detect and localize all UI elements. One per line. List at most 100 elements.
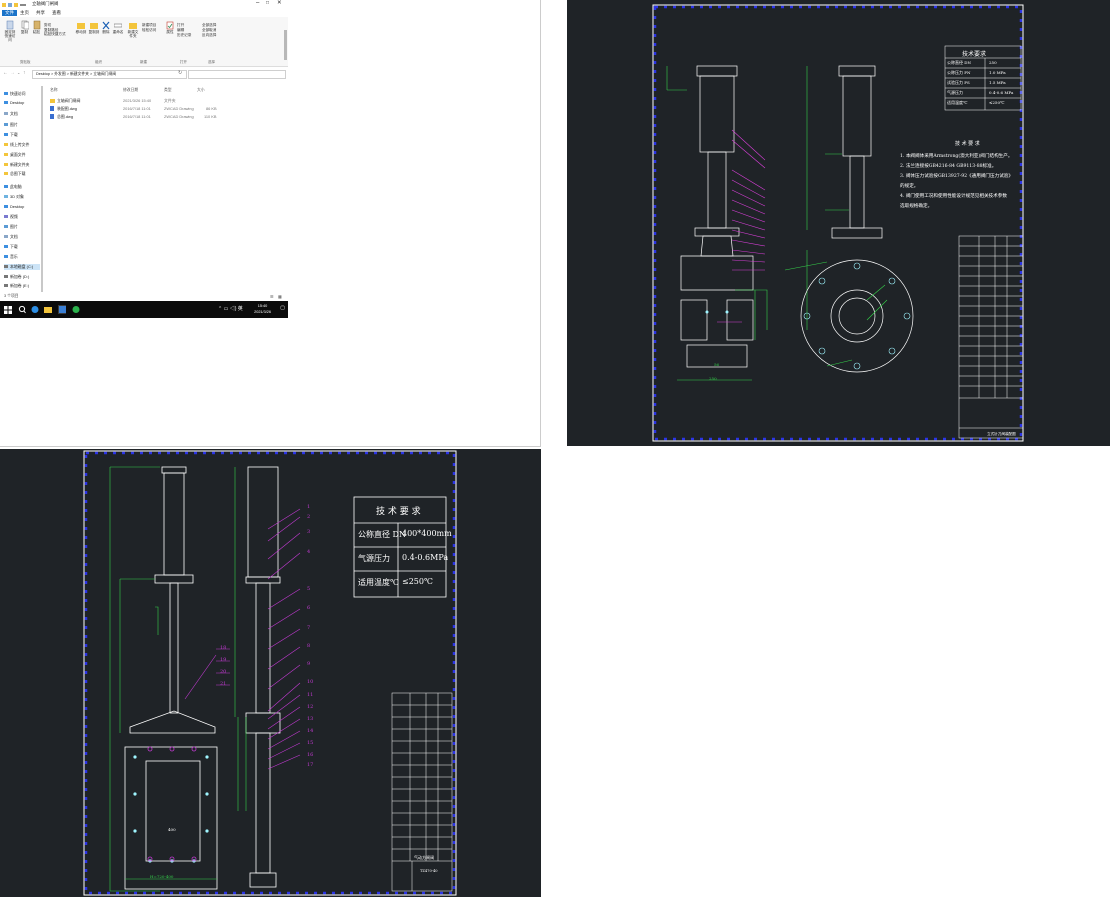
- move-to-button[interactable]: 移动到: [75, 21, 87, 35]
- tab-share[interactable]: 共享: [33, 10, 48, 16]
- ribbon: 固定到快速访问 复制 粘贴 剪切 复制路径 粘贴快捷方式 移动到 复制到 删除 …: [0, 17, 288, 67]
- details-view-icon[interactable]: ☰: [270, 294, 274, 299]
- nav-item-music[interactable]: 音乐: [4, 254, 18, 260]
- file-row[interactable]: 总图.dwg 2016/7/18 11:01 ZWCAD Drawing 110…: [46, 114, 266, 121]
- note-line-4: 的规定。: [900, 184, 919, 189]
- nav-item-downloads[interactable]: 下载: [4, 132, 18, 138]
- paste-button[interactable]: 粘贴: [31, 20, 42, 35]
- tech-table-label-3: 气源压力: [947, 90, 963, 95]
- notification-icon[interactable]: ▢: [280, 305, 285, 311]
- taskbar-clock[interactable]: 15:40 2021/3/26: [254, 303, 271, 315]
- tech-table-value-2: ≤250℃: [402, 577, 433, 586]
- nav-item-pictures-pc[interactable]: 图片: [4, 224, 18, 230]
- balloon-12: 12: [307, 704, 314, 710]
- nav-item-folder-3[interactable]: 新建文件夹: [4, 162, 29, 168]
- easy-access-button[interactable]: 轻松访问: [142, 28, 156, 33]
- column-size[interactable]: 大小: [197, 88, 205, 93]
- column-date[interactable]: 修改日期: [123, 88, 138, 93]
- folder-icon: [4, 172, 8, 176]
- breadcrumb-new-folder[interactable]: 新建文件夹: [70, 72, 89, 76]
- nav-item-documents-pc[interactable]: 文档: [4, 234, 18, 240]
- nav-item-this-pc[interactable]: 此电脑: [4, 184, 22, 190]
- picture-icon: [4, 123, 8, 127]
- nav-item-folder-1[interactable]: 线上传文件: [4, 142, 29, 148]
- nav-item-desktop-pc[interactable]: Desktop: [4, 204, 24, 209]
- zwcad-taskbar-icon[interactable]: [58, 305, 66, 314]
- recent-dropdown-icon[interactable]: ⌄: [17, 70, 20, 75]
- nav-item-folder-2[interactable]: 桌面文件: [4, 152, 26, 158]
- nav-item-drive-c[interactable]: 本地磁盘 (C:): [4, 264, 40, 270]
- search-input[interactable]: [188, 70, 286, 79]
- taskbar: ⌃ ▭ ◁) 英 15:40 2021/3/26 ▢: [0, 301, 288, 318]
- file-row[interactable]: 立轴阀门闸阀 2021/3/26 15:40 文件夹: [46, 98, 266, 105]
- nav-item-videos[interactable]: 视频: [4, 214, 18, 220]
- minimize-icon[interactable]: –: [256, 0, 259, 6]
- nav-item-documents[interactable]: 文档: [4, 111, 18, 117]
- nav-item-pictures[interactable]: 图片: [4, 122, 18, 128]
- ribbon-scrollbar[interactable]: [284, 30, 287, 60]
- maximize-icon[interactable]: □: [266, 0, 269, 6]
- invert-selection-button[interactable]: 反向选择: [202, 33, 216, 38]
- refresh-icon[interactable]: ↻: [178, 70, 182, 76]
- up-icon[interactable]: ↑: [23, 70, 26, 76]
- edge-browser-icon[interactable]: [31, 305, 39, 314]
- balloon-8: 8: [307, 643, 311, 649]
- nav-item-folder-4[interactable]: 总图下载: [4, 171, 26, 177]
- rename-button[interactable]: 重命名: [112, 21, 124, 35]
- dimension-width: 250: [709, 376, 717, 381]
- tab-view[interactable]: 查看: [49, 10, 64, 16]
- file-row[interactable]: 装配图.dwg 2016/7/18 11:01 ZWCAD Drawing 86…: [46, 106, 266, 113]
- forward-icon[interactable]: →: [10, 70, 15, 76]
- windows-start-icon[interactable]: [4, 305, 12, 314]
- group-select-label: 选择: [208, 60, 215, 64]
- properties-button[interactable]: 属性: [165, 21, 175, 35]
- navigation-pane: 快速访问 Desktop 文档 图片 下载 线上传文件 桌面文件 新建文件夹 总…: [0, 84, 43, 296]
- balloon-21: 21: [220, 681, 227, 687]
- dimension-height: 56: [714, 362, 720, 367]
- nav-item-3d-objects[interactable]: 3D 对象: [4, 194, 24, 200]
- column-name[interactable]: 名称: [50, 88, 58, 93]
- address-bar[interactable]: Desktop > 外发图 > 新建文件夹 > 立轴阀门闸阀: [32, 70, 187, 79]
- search-icon[interactable]: [18, 305, 26, 314]
- nav-item-downloads-pc[interactable]: 下载: [4, 244, 18, 250]
- quick-access-toolbar-icon[interactable]: [2, 2, 28, 8]
- new-folder-button[interactable]: 新建文件夹: [127, 21, 139, 38]
- tab-file[interactable]: 文件: [2, 10, 17, 16]
- cad-canvas-top: [652, 4, 1024, 442]
- group-clipboard-label: 剪贴板: [20, 60, 31, 64]
- nav-item-drive-e[interactable]: 新加卷 (E:): [4, 283, 29, 289]
- drive-icon: [4, 284, 8, 288]
- tech-table-label-2: 试验压力 PS: [947, 80, 970, 85]
- copy-to-button[interactable]: 复制到: [88, 21, 100, 35]
- dwg-file-icon: [50, 106, 54, 111]
- note-line-2: 2. 法兰连接按GB4216-84 GB9113-88标准。: [900, 164, 997, 169]
- group-organize-label: 组织: [95, 60, 102, 64]
- pin-quick-access-button[interactable]: 固定到快速访问: [3, 20, 17, 42]
- breadcrumb-current[interactable]: 立轴阀门闸阀: [93, 72, 116, 76]
- history-button[interactable]: 历史记录: [177, 33, 191, 38]
- file-explorer-taskbar-icon[interactable]: [44, 305, 52, 314]
- breadcrumb-desktop[interactable]: Desktop: [36, 72, 50, 76]
- nav-scrollbar[interactable]: [41, 86, 43, 292]
- clipboard-small-actions: 剪切 复制路径 粘贴快捷方式: [44, 23, 66, 37]
- nav-item-drive-d[interactable]: 新加卷 (D:): [4, 274, 29, 280]
- nav-item-quick-access[interactable]: 快速访问: [4, 91, 26, 97]
- nav-item-desktop[interactable]: Desktop: [4, 100, 24, 105]
- tab-home[interactable]: 主页: [17, 10, 32, 16]
- dimension-height: H=720-400: [150, 874, 174, 879]
- copy-button[interactable]: 复制: [19, 20, 30, 35]
- system-tray-icons[interactable]: ⌃ ▭ ◁) 英: [218, 305, 243, 312]
- back-icon[interactable]: ←: [3, 70, 8, 76]
- balloon-20: 20: [220, 669, 227, 675]
- breadcrumb-outgoing[interactable]: 外发图: [54, 72, 65, 76]
- paste-shortcut-button[interactable]: 粘贴快捷方式: [44, 32, 66, 37]
- balloon-15: 15: [307, 740, 314, 746]
- delete-button[interactable]: 删除: [101, 21, 111, 35]
- new-items: 新建项目 轻松访问: [142, 23, 156, 33]
- item-count: 3 个项目: [4, 294, 19, 298]
- close-icon[interactable]: ✕: [277, 0, 282, 6]
- tech-table-value-4: ≤250℃: [989, 100, 1005, 105]
- tiles-view-icon[interactable]: ▦: [278, 294, 282, 299]
- wechat-icon[interactable]: [72, 305, 80, 314]
- column-type[interactable]: 类型: [164, 88, 172, 93]
